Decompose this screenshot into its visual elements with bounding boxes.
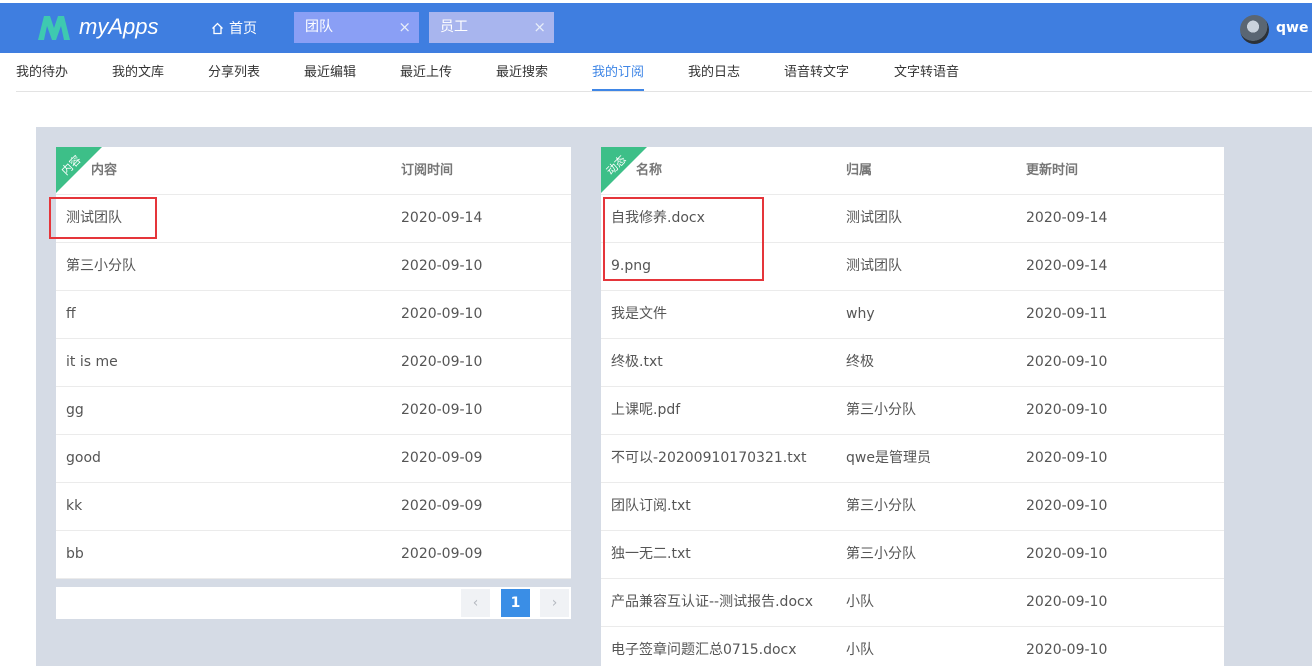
file-updated: 2020-09-10 (1026, 498, 1108, 514)
table-row[interactable]: 产品兼容互认证--测试报告.docx 小队 2020-09-10 (601, 579, 1224, 627)
table-row[interactable]: 团队订阅.txt 第三小分队 2020-09-10 (601, 483, 1224, 531)
home-icon (212, 22, 223, 34)
table-row[interactable]: 终极.txt 终极 2020-09-10 (601, 339, 1224, 387)
file-name[interactable]: 团队订阅.txt (611, 483, 691, 530)
file-name[interactable]: 电子签章问题汇总0715.docx (611, 627, 797, 666)
file-updated: 2020-09-10 (1026, 546, 1108, 562)
file-name[interactable]: 独一无二.txt (611, 531, 691, 578)
subnav-item-recent-search[interactable]: 最近搜索 (496, 53, 548, 91)
tab-staff[interactable]: 员工 × (429, 12, 554, 43)
file-owner: 小队 (846, 594, 874, 610)
row-time: 2020-09-10 (401, 258, 483, 274)
table-header: 名称 归属 更新时间 (601, 147, 1224, 195)
file-owner: 测试团队 (846, 258, 902, 274)
file-updated: 2020-09-14 (1026, 258, 1108, 274)
file-updated: 2020-09-10 (1026, 402, 1108, 418)
row-name[interactable]: ff (66, 291, 76, 338)
file-updated: 2020-09-10 (1026, 450, 1108, 466)
file-owner: 第三小分队 (846, 498, 916, 514)
file-owner: why (846, 306, 875, 322)
file-name[interactable]: 不可以-20200910170321.txt (611, 435, 806, 482)
row-time: 2020-09-10 (401, 354, 483, 370)
file-owner: qwe是管理员 (846, 450, 931, 466)
row-name[interactable]: kk (66, 483, 82, 530)
file-name[interactable]: 终极.txt (611, 339, 663, 386)
prev-page-button[interactable]: ‹ (461, 589, 490, 617)
row-time: 2020-09-09 (401, 546, 483, 562)
file-updated: 2020-09-10 (1026, 354, 1108, 370)
file-name[interactable]: 上课呢.pdf (611, 387, 680, 434)
table-row[interactable]: 我是文件 why 2020-09-11 (601, 291, 1224, 339)
tab-team[interactable]: 团队 × (294, 12, 419, 43)
file-owner: 第三小分队 (846, 402, 916, 418)
table-row[interactable]: good 2020-09-09 (56, 435, 571, 483)
row-time: 2020-09-09 (401, 498, 483, 514)
file-updated: 2020-09-10 (1026, 642, 1108, 658)
username[interactable]: qwe (1276, 20, 1308, 36)
row-time: 2020-09-09 (401, 450, 483, 466)
table-row[interactable]: gg 2020-09-10 (56, 387, 571, 435)
table-row[interactable]: ff 2020-09-10 (56, 291, 571, 339)
row-time: 2020-09-10 (401, 306, 483, 322)
file-updated: 2020-09-10 (1026, 594, 1108, 610)
file-updated: 2020-09-14 (1026, 210, 1108, 226)
table-row[interactable]: 第三小分队 2020-09-10 (56, 243, 571, 291)
row-name[interactable]: good (66, 435, 101, 482)
row-name[interactable]: 第三小分队 (66, 243, 136, 290)
file-owner: 第三小分队 (846, 546, 916, 562)
subnav-item-recent-edit[interactable]: 最近编辑 (304, 53, 356, 91)
table-row[interactable]: 不可以-20200910170321.txt qwe是管理员 2020-09-1… (601, 435, 1224, 483)
tab-team-label: 团队 (305, 19, 333, 35)
sub-nav: 我的待办 我的文库 分享列表 最近编辑 最近上传 最近搜索 我的订阅 我的日志 … (16, 53, 1312, 92)
tab-staff-close-icon[interactable]: × (533, 12, 546, 43)
column-header-subscribe-time: 订阅时间 (401, 163, 454, 178)
home-tab[interactable]: 首页 (211, 18, 257, 38)
subnav-item-text-to-speech[interactable]: 文字转语音 (894, 53, 959, 91)
app-name[interactable]: myApps (79, 14, 158, 40)
row-name[interactable]: it is me (66, 339, 118, 386)
row-name[interactable]: bb (66, 531, 84, 578)
subnav-item-library[interactable]: 我的文库 (112, 53, 164, 91)
file-updated: 2020-09-11 (1026, 306, 1108, 322)
home-tab-label: 首页 (229, 21, 257, 37)
file-owner: 终极 (846, 354, 874, 370)
subnav-item-recent-upload[interactable]: 最近上传 (400, 53, 452, 91)
highlight-box (49, 197, 157, 239)
file-name[interactable]: 产品兼容互认证--测试报告.docx (611, 579, 813, 626)
table-row[interactable]: 上课呢.pdf 第三小分队 2020-09-10 (601, 387, 1224, 435)
table-header: 内容 订阅时间 (56, 147, 571, 195)
column-header-updated: 更新时间 (1026, 163, 1079, 178)
table-row[interactable]: kk 2020-09-09 (56, 483, 571, 531)
pagination: ‹ 1 › (56, 587, 571, 619)
row-time: 2020-09-10 (401, 402, 483, 418)
subnav-item-speech-to-text[interactable]: 语音转文字 (784, 53, 849, 91)
tab-team-close-icon[interactable]: × (398, 12, 411, 43)
table-row[interactable]: it is me 2020-09-10 (56, 339, 571, 387)
file-owner: 小队 (846, 642, 874, 658)
table-row[interactable]: 独一无二.txt 第三小分队 2020-09-10 (601, 531, 1224, 579)
avatar[interactable] (1240, 15, 1269, 44)
table-row[interactable]: bb 2020-09-09 (56, 531, 571, 579)
subnav-item-subscriptions[interactable]: 我的订阅 (592, 53, 645, 91)
highlight-box (603, 197, 764, 281)
app-logo-icon[interactable] (36, 14, 72, 42)
row-name[interactable]: gg (66, 387, 84, 434)
file-name[interactable]: 我是文件 (611, 291, 667, 338)
subnav-item-logs[interactable]: 我的日志 (688, 53, 740, 91)
next-page-button[interactable]: › (540, 589, 569, 617)
row-time: 2020-09-14 (401, 210, 483, 226)
page-number-button[interactable]: 1 (501, 589, 530, 617)
subnav-item-share-list[interactable]: 分享列表 (208, 53, 260, 91)
column-header-owner: 归属 (846, 163, 873, 178)
table-row[interactable]: 电子签章问题汇总0715.docx 小队 2020-09-10 (601, 627, 1224, 666)
top-bar: myApps 首页 团队 × 员工 × qwe (0, 3, 1312, 53)
tab-staff-label: 员工 (440, 19, 468, 35)
file-owner: 测试团队 (846, 210, 902, 226)
subnav-item-todo[interactable]: 我的待办 (16, 53, 68, 91)
